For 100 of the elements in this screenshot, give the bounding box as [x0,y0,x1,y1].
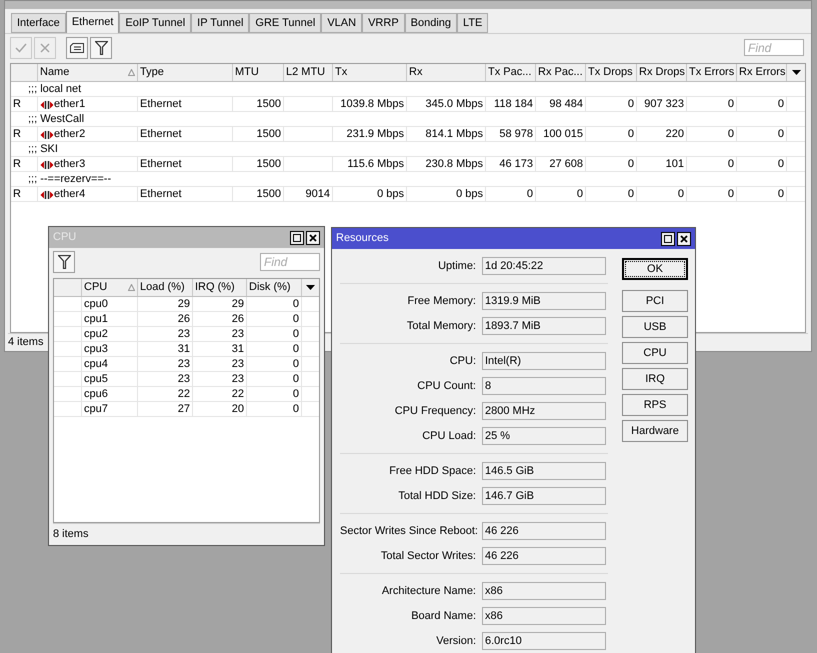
column-header[interactable]: Type [138,64,233,81]
dialog-button[interactable]: IRQ [622,368,688,390]
flag-cell: R [13,187,21,202]
column-header[interactable]: MTU [233,64,284,81]
table-cell: 1500 [256,187,281,202]
dialog-button[interactable]: OK [622,258,688,280]
table-cell: 26 [178,312,190,327]
dropdown-arrow-icon[interactable] [792,70,800,75]
dialog-button[interactable]: Hardware [622,420,688,442]
close-icon [680,234,688,242]
table-cell: 20 [232,402,244,417]
column-header[interactable]: CPU [82,279,138,296]
table-cell: 0 [628,97,634,112]
table-cell: ether4 [54,187,86,202]
table-cell: 345.0 Mbps [426,97,483,112]
table-cell: 0 [728,97,734,112]
column-header[interactable]: Tx Pac... [486,64,536,81]
tab[interactable]: Ethernet [66,11,120,33]
ethernet-icon [40,100,54,110]
field-label: Version: [435,634,477,649]
sort-arrow-icon [128,69,135,76]
table-cell: 23 [178,327,190,342]
filter-button[interactable] [53,251,75,273]
toolbar-button[interactable] [90,36,112,58]
value-field: 2800 MHz [482,402,606,420]
table-cell: 1500 [256,97,281,112]
field-label: CPU Load: [421,428,477,444]
dropdown-arrow-icon[interactable] [306,285,315,290]
table-cell: 0 [778,97,784,112]
find-field[interactable]: Find [744,39,804,56]
close-button[interactable] [306,230,320,244]
table-cell: cpu7 [84,402,108,417]
toolbar-button[interactable] [66,36,88,58]
comment-text: ;;; WestCall [28,112,84,126]
tab[interactable]: IP Tunnel [191,13,250,33]
column-header[interactable]: Disk (%) [247,279,302,296]
table-cell: 118 184 [494,97,533,112]
table-cell: 22 [178,387,190,402]
table-cell: 0 [292,297,299,312]
table-cell: 0 [292,372,299,387]
table-cell: cpu2 [84,327,108,342]
column-header[interactable]: Rx Pac... [536,64,586,81]
dialog-button[interactable]: RPS [622,394,688,416]
ethernet-icon [40,130,54,140]
column-header[interactable]: Tx Errors [687,64,737,81]
table-cell: 907 323 [644,97,684,112]
column-header[interactable]: Tx [333,64,407,81]
find-field[interactable]: Find [260,253,320,271]
value-field: 146.7 GiB [482,487,606,505]
tab[interactable]: Interface [11,13,66,33]
tab[interactable]: VLAN [321,13,362,33]
close-button[interactable] [677,232,691,246]
filter-icon [94,40,108,54]
column-header[interactable]: Rx [407,64,486,81]
field-label: CPU Frequency: [394,404,477,419]
table-cell: 98 484 [549,97,583,112]
table-cell: 26 [232,312,244,327]
column-header[interactable]: Rx Drops [637,64,687,81]
field-label: CPU: [448,354,477,369]
tab[interactable]: EoIP Tunnel [119,13,192,33]
dialog-button[interactable]: CPU [622,342,688,364]
status-text: 4 items [8,335,44,350]
table-cell: 0 [728,157,734,172]
ethernet-icon [40,190,54,200]
dialog-button[interactable]: USB [622,316,688,338]
column-header[interactable]: Rx Errors [737,64,787,81]
tab[interactable]: Bonding [404,13,458,33]
field-label: CPU Count: [416,378,477,394]
table-cell: 23 [178,372,190,387]
value-field: Intel(R) [482,352,606,370]
column-header[interactable]: L2 MTU [284,64,333,81]
checkmark-icon [15,42,27,52]
table-cell: 9014 [306,187,330,202]
value-field: 1d 20:45:22 [482,257,606,275]
value-field: x86 [482,607,606,625]
table-cell: 31 [232,342,244,357]
table-cell: 29 [178,297,190,312]
value-field: x86 [482,582,606,600]
column-header[interactable]: Load (%) [138,279,193,296]
table-cell: 0 bps [377,187,404,202]
maximize-button[interactable] [290,230,304,244]
column-header[interactable]: IRQ (%) [193,279,247,296]
tab[interactable]: GRE Tunnel [249,13,322,33]
column-header[interactable]: Tx Drops [586,64,637,81]
maximize-button[interactable] [661,232,675,246]
tab[interactable]: VRRP [362,13,405,33]
value-field: 1319.9 MiB [482,292,606,310]
field-label: Total Memory: [406,318,477,334]
value-field: 25 % [482,427,606,445]
field-label: Total HDD Size: [397,488,477,504]
table-cell: cpu4 [84,357,108,372]
table-cell: 814.1 Mbps [426,127,483,142]
table-cell: 1039.8 Mbps [340,97,404,112]
table-cell: 31 [178,342,190,357]
column-header[interactable]: Name [38,64,138,81]
tab[interactable]: LTE [457,13,488,33]
table-cell: cpu6 [84,387,108,402]
dialog-button[interactable]: PCI [622,290,688,312]
table-cell: 0 [628,157,634,172]
flag-cell: R [13,157,21,172]
